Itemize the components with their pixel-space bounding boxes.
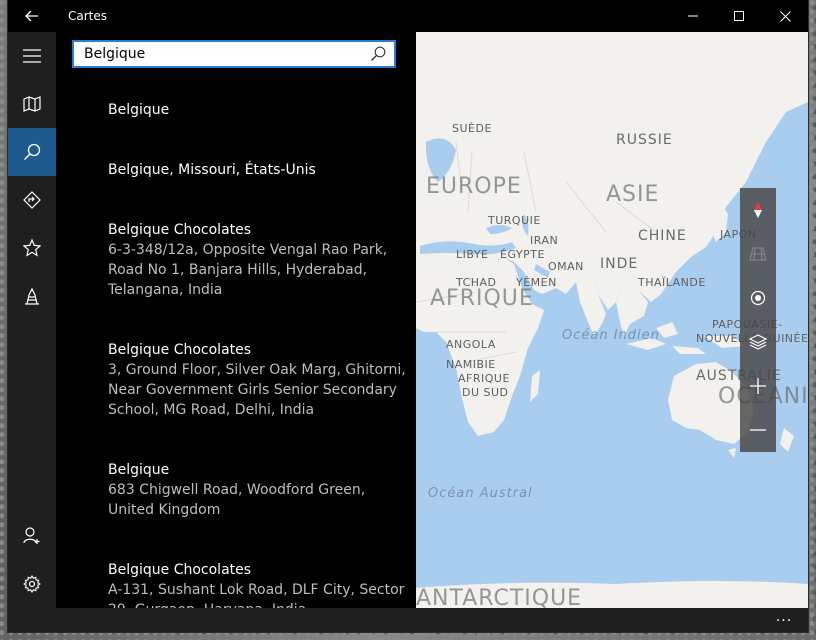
result-title: Belgique <box>108 462 170 478</box>
nav-settings-button[interactable] <box>8 560 56 608</box>
navigation-rail <box>8 32 56 608</box>
back-button[interactable] <box>8 0 56 32</box>
result-address: 29, Gurgaon, Haryana, India <box>108 600 408 608</box>
result-title: Belgique <box>108 102 170 118</box>
hamburger-icon <box>23 49 41 63</box>
result-address: United Kingdom <box>108 502 221 518</box>
search-result[interactable]: Belgique <box>108 100 408 120</box>
search-box[interactable] <box>72 40 396 68</box>
map-label-suede: SUÈDE <box>452 122 492 135</box>
close-button[interactable] <box>762 0 808 32</box>
search-submit-icon[interactable] <box>370 46 386 62</box>
location-target-icon <box>750 290 766 306</box>
map-label-afrique-du-sud-2: DU SUD <box>462 386 509 399</box>
result-address: 6-3-348/12a, Opposite Vengal Rao Park, <box>108 242 388 258</box>
more-options-button[interactable]: ... <box>768 608 800 632</box>
close-icon <box>779 10 791 22</box>
map-label-antarctique: ANTARCTIQUE <box>416 586 583 608</box>
nav-directions-button[interactable] <box>8 176 56 224</box>
window-title: Cartes <box>68 9 108 23</box>
nav-map-button[interactable] <box>8 80 56 128</box>
map-label-inde: INDE <box>600 256 639 272</box>
map-icon <box>23 96 41 112</box>
result-address: Road No 1, Banjara Hills, Hyderabad, <box>108 262 368 278</box>
search-result[interactable]: Belgique Chocolates 3, Ground Floor, Sil… <box>108 340 408 420</box>
directions-icon <box>23 191 41 209</box>
search-pane: Belgique Belgique, Missouri, États-Unis … <box>56 32 416 608</box>
minimize-button[interactable] <box>670 0 716 32</box>
map-label-namibie: NAMIBIE <box>446 358 496 371</box>
search-result[interactable]: Belgique Chocolates 6-3-348/12a, Opposit… <box>108 220 408 300</box>
map-label-afrique: AFRIQUE <box>430 286 534 311</box>
map-label-thailande: THAÏLANDE <box>638 276 706 289</box>
result-title: Belgique, Missouri, États-Unis <box>108 162 316 178</box>
nav-search-button[interactable] <box>8 128 56 176</box>
map-label-chine: CHINE <box>638 228 687 244</box>
app-bar: ... <box>8 608 808 632</box>
nav-account-button[interactable] <box>8 512 56 560</box>
result-address: A-131, Sushant Lok Road, DLF City, Secto… <box>108 582 405 598</box>
grid-tilt-icon <box>749 247 767 261</box>
result-title: Belgique Chocolates <box>108 222 252 238</box>
search-icon <box>23 143 41 161</box>
map-label-asie: ASIE <box>606 182 660 207</box>
search-result[interactable]: Belgique Chocolates A-131, Sushant Lok R… <box>108 560 408 608</box>
locate-me-button[interactable] <box>740 276 776 320</box>
minus-icon <box>750 429 766 431</box>
minimize-icon <box>688 15 698 17</box>
map-layers-button[interactable] <box>740 320 776 364</box>
result-title: Belgique Chocolates <box>108 342 252 358</box>
zoom-out-button[interactable] <box>740 408 776 452</box>
tilt-button[interactable] <box>740 232 776 276</box>
plus-icon <box>750 378 766 394</box>
map-label-egypte: ÉGYPTE <box>500 248 545 261</box>
map-label-europe: EUROPE <box>426 174 522 199</box>
map-canvas[interactable]: SUÈDE RUSSIE EUROPE ASIE TURQUIE IRAN CH… <box>416 32 808 608</box>
maximize-button[interactable] <box>716 0 762 32</box>
nav-favorites-button[interactable] <box>8 224 56 272</box>
map-label-oman: OMAN <box>548 260 584 273</box>
map-label-ocean-indien: Océan Indien <box>562 328 660 343</box>
search-input[interactable] <box>74 42 374 66</box>
map-label-ocean-austral: Océan Austral <box>428 486 533 501</box>
map-label-angola: ANGOLA <box>446 338 496 351</box>
result-address: 683 Chigwell Road, Woodford Green, <box>108 482 366 498</box>
hamburger-menu-button[interactable] <box>8 32 56 80</box>
back-arrow-icon <box>25 10 38 22</box>
result-address: 3, Ground Floor, Silver Oak Marg, Ghitor… <box>108 362 406 378</box>
nav-3d-cities-button[interactable] <box>8 272 56 320</box>
map-label-turquie: TURQUIE <box>488 214 541 227</box>
compass-icon <box>754 202 762 218</box>
layers-icon <box>749 334 767 350</box>
result-title: Belgique Chocolates <box>108 562 252 578</box>
compass-button[interactable] <box>740 188 776 232</box>
map-label-russie: RUSSIE <box>616 132 673 148</box>
user-add-icon <box>23 527 40 544</box>
map-label-iran: IRAN <box>530 234 559 247</box>
landmark-icon <box>25 287 39 305</box>
maximize-icon <box>734 11 744 21</box>
zoom-in-button[interactable] <box>740 364 776 408</box>
result-address: School, MG Road, Delhi, India <box>108 402 315 418</box>
map-label-libye: LIBYE <box>456 248 489 261</box>
search-result[interactable]: Belgique, Missouri, États-Unis <box>108 160 408 180</box>
result-address: Near Government Girls Senior Secondary <box>108 382 397 398</box>
star-icon <box>23 239 41 257</box>
result-address: Telangana, India <box>108 282 223 298</box>
gear-icon <box>23 575 41 593</box>
title-bar: Cartes <box>8 0 808 32</box>
maps-window: Cartes Belgique Belgique Belgique, Misso… <box>8 0 808 632</box>
map-controls <box>740 188 776 452</box>
search-result[interactable]: Belgique 683 Chigwell Road, Woodford Gre… <box>108 460 408 520</box>
map-label-afrique-du-sud-1: AFRIQUE <box>458 372 510 385</box>
